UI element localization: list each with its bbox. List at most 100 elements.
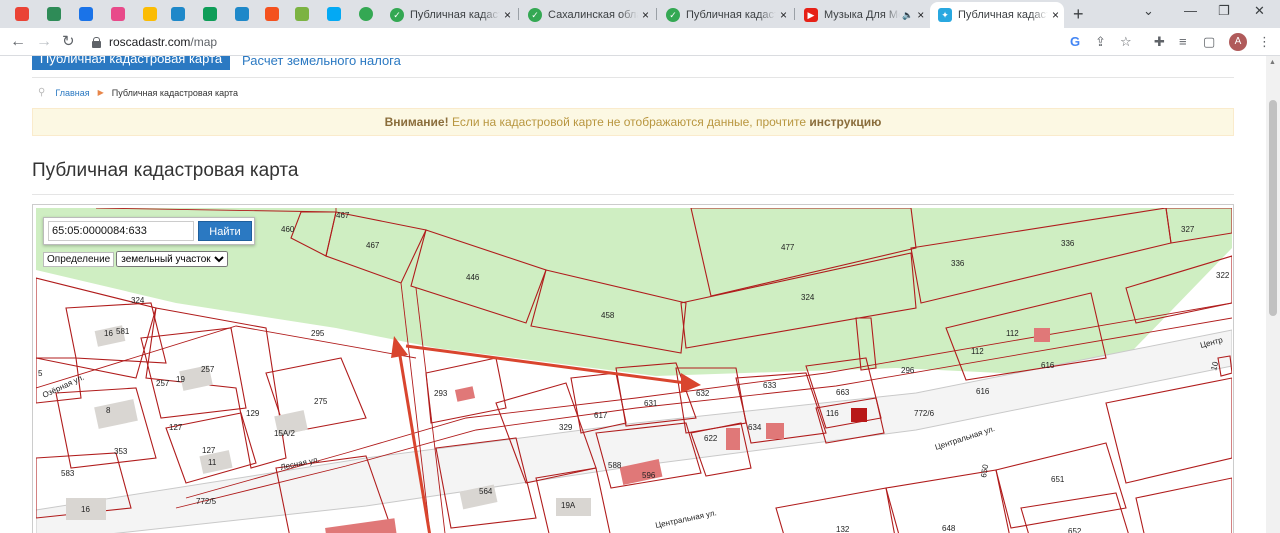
minimize-button[interactable]: — (1184, 3, 1197, 18)
new-tab-button[interactable]: + (1073, 4, 1084, 24)
breadcrumb: ⚲ Главная ▶ Публичная кадастровая карта (38, 87, 238, 98)
breadcrumb-home-link[interactable]: Главная (55, 88, 89, 98)
google-translate-icon[interactable]: G (1070, 34, 1080, 49)
map-label: 648 (942, 524, 956, 533)
back-button[interactable]: ← (10, 32, 26, 52)
breadcrumb-current: Публичная кадастровая карта (111, 87, 238, 98)
pinned-tab-7[interactable] (200, 4, 220, 24)
cadastral-map-nav-button[interactable]: Публичная кадастровая карта (32, 56, 230, 70)
reading-list-icon[interactable]: ≡ (1179, 34, 1187, 49)
definition-row: Определение земельный участок (43, 251, 229, 267)
lock-icon[interactable] (92, 36, 101, 48)
menu-kebab-icon[interactable]: ⋮ (1258, 34, 1271, 50)
close-icon[interactable]: × (504, 8, 511, 22)
pinned-tab-6[interactable] (168, 4, 188, 24)
map-label: 132 (836, 525, 850, 533)
forward-button[interactable]: → (36, 32, 52, 52)
profile-avatar[interactable]: A (1229, 33, 1247, 51)
tab-search-icon[interactable]: ⌄ (1143, 3, 1154, 19)
tab-1[interactable]: ✓ Публичная кадастр × (382, 4, 516, 26)
map-label: 616 (1041, 361, 1055, 370)
pinned-tab-5[interactable] (140, 4, 160, 24)
extensions-icon[interactable]: ✚ (1154, 34, 1165, 50)
cadastral-map[interactable]: 467 460 467 295 477 336 336 327 322 446 458 324 324 1… (32, 204, 1234, 533)
close-icon[interactable]: × (1052, 8, 1059, 22)
map-label: 588 (608, 461, 622, 470)
check-icon: ✓ (666, 8, 680, 22)
object-type-select[interactable]: земельный участок (116, 251, 229, 267)
url-path: /map (190, 35, 218, 49)
definition-label: Определение (43, 251, 115, 267)
map-label: 257 (201, 365, 215, 374)
map-label: 652 (1068, 527, 1082, 533)
pinned-tab-8[interactable] (232, 4, 252, 24)
map-label: 127 (202, 446, 216, 455)
close-icon[interactable]: × (917, 8, 924, 22)
map-label: 632 (696, 389, 710, 398)
side-panel-icon[interactable]: ▢ (1203, 34, 1215, 50)
gmail-pinned-tab[interactable] (12, 4, 32, 24)
map-label: 112 (971, 347, 984, 356)
restore-button[interactable]: ❐ (1218, 3, 1230, 19)
share-icon[interactable]: ⇪ (1095, 34, 1106, 50)
youtube-icon: ▶ (804, 8, 818, 22)
divider (32, 77, 1234, 78)
pinned-tab-10[interactable] (292, 4, 312, 24)
speaker-icon[interactable]: 🔈 (902, 10, 913, 21)
map-label: 583 (61, 469, 75, 478)
tab-2[interactable]: ✓ Сахалинская облас × (520, 4, 654, 26)
map-label: 467 (336, 211, 350, 220)
url-host: roscadastr.com (109, 35, 191, 49)
page-title: Публичная кадастровая карта (32, 160, 299, 181)
close-icon[interactable]: × (642, 8, 649, 22)
tab-3[interactable]: ✓ Публичная кадастр × (658, 4, 792, 26)
map-label: 329 (559, 423, 573, 432)
map-label: 5 (38, 369, 43, 378)
location-pin-icon: ⚲ (38, 87, 46, 98)
pinned-tab-4[interactable] (108, 4, 128, 24)
map-label: 8 (106, 406, 111, 415)
map-label: 596 (642, 471, 656, 480)
map-label: 650 (979, 463, 990, 478)
instructions-link[interactable]: инструкцию (809, 115, 881, 129)
map-label: 11 (208, 458, 217, 467)
map-label: 617 (594, 411, 608, 420)
tab-4[interactable]: ▶ Музыка Для Мо 🔈 × (796, 4, 930, 26)
map-label: 324 (131, 296, 145, 305)
browser-tab-strip: ✓ Публичная кадастр × ✓ Сахалинская обла… (0, 0, 1280, 28)
page-scrollbar[interactable]: ▲ (1266, 56, 1280, 533)
map-label: 633 (763, 381, 777, 390)
map-label: 257 (156, 379, 170, 388)
alert-text: Если на кадастровой карте не отображаютс… (448, 115, 810, 129)
map-label: 16 (104, 329, 113, 338)
pinned-tab-11[interactable] (324, 4, 344, 24)
tab-active[interactable]: ✦ Публичная кадастр × (930, 2, 1064, 28)
map-label: 295 (311, 329, 325, 338)
map-label: 663 (836, 388, 850, 397)
pinned-tab-3[interactable] (76, 4, 96, 24)
close-icon[interactable]: × (780, 8, 787, 22)
map-label: 275 (314, 397, 328, 406)
map-label: 446 (466, 273, 480, 282)
breadcrumb-arrow-icon: ▶ (97, 88, 104, 97)
scroll-up-icon[interactable]: ▲ (1269, 59, 1276, 66)
warning-alert: Внимание! Если на кадастровой карте не о… (32, 108, 1234, 136)
pinned-tab-12[interactable] (356, 4, 376, 24)
map-label: 467 (366, 241, 380, 250)
address-bar[interactable]: roscadastr.com/map (84, 31, 1144, 53)
map-label: 353 (114, 447, 128, 456)
bookmark-star-icon[interactable]: ☆ (1120, 34, 1132, 50)
map-label: 327 (1181, 225, 1195, 234)
close-window-button[interactable]: ✕ (1254, 3, 1265, 19)
map-label: 772/6 (914, 409, 935, 418)
land-tax-link[interactable]: Расчет земельного налога (242, 56, 401, 68)
map-label: 293 (434, 389, 448, 398)
scroll-thumb[interactable] (1269, 100, 1277, 316)
map-label: 458 (601, 311, 615, 320)
reload-button[interactable]: ↻ (62, 32, 75, 52)
cadastral-number-input[interactable] (48, 221, 194, 241)
find-button[interactable]: Найти (198, 221, 252, 241)
pinned-tab-9[interactable] (262, 4, 282, 24)
pinned-tab-2[interactable] (44, 4, 64, 24)
map-label: 581 (116, 327, 130, 336)
